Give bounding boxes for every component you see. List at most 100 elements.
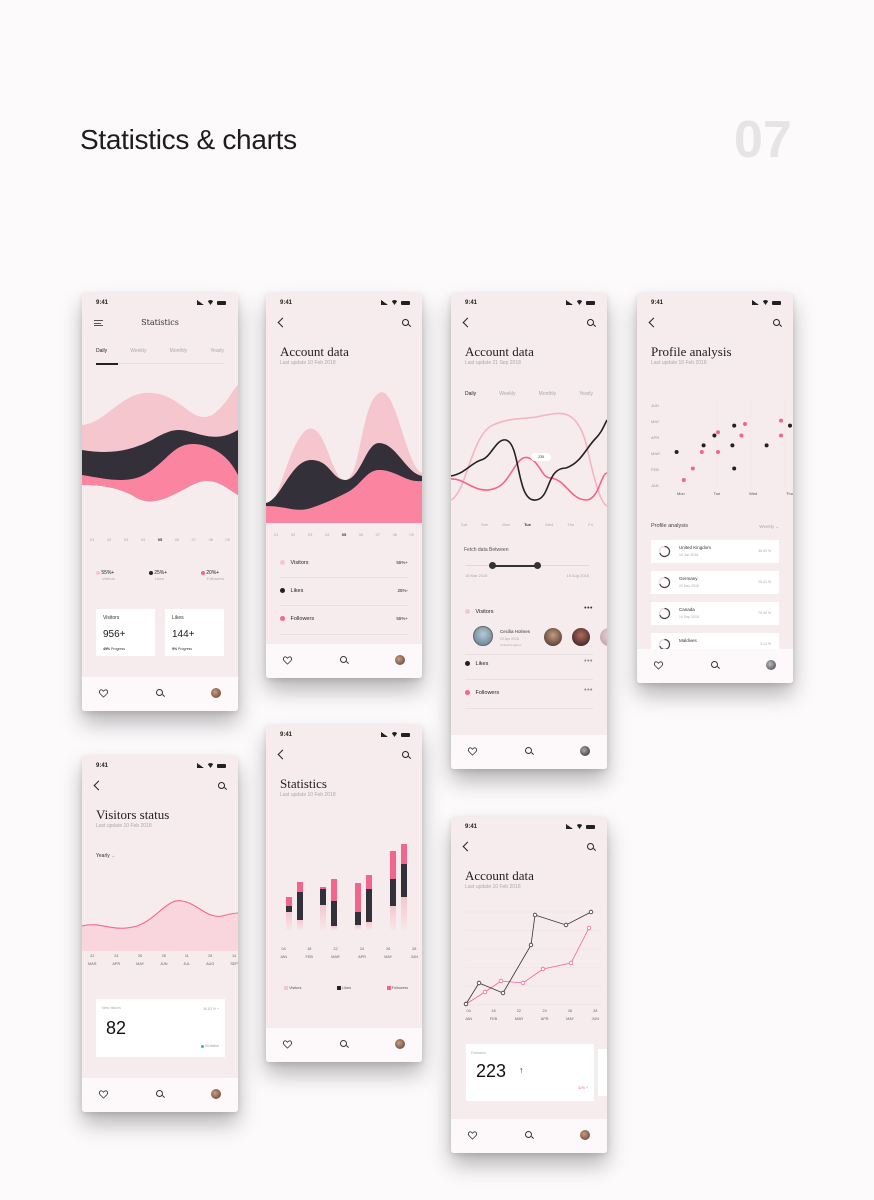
axis-label: 07 bbox=[375, 532, 381, 537]
filter-value: Weekly bbox=[759, 524, 774, 529]
visitor-avatar[interactable] bbox=[572, 628, 590, 646]
new-visitors-card[interactable]: New visitors 36,63 % + 82 43 Active bbox=[96, 999, 225, 1057]
chevron-left-icon[interactable] bbox=[462, 317, 473, 328]
axis-day: 26 bbox=[386, 947, 391, 951]
slider-range bbox=[492, 564, 538, 567]
tab-yearly[interactable]: Yearly bbox=[210, 348, 224, 354]
tab-monthly[interactable]: Monthly bbox=[170, 348, 188, 354]
tab-bar bbox=[451, 1119, 607, 1153]
axis-label-active[interactable]: 05 bbox=[158, 537, 162, 542]
tab-yearly[interactable]: Yearly bbox=[579, 391, 593, 397]
slider-handle-start[interactable] bbox=[489, 562, 496, 569]
visitor-avatar[interactable] bbox=[544, 628, 562, 646]
more-horizontal-icon[interactable]: ••• bbox=[584, 687, 593, 694]
visitor-avatar-selected[interactable] bbox=[473, 626, 493, 646]
avatar[interactable] bbox=[211, 688, 221, 698]
filter-dropdown[interactable]: Yearly ⌄ bbox=[96, 853, 115, 859]
search-icon[interactable] bbox=[156, 689, 163, 696]
heart-icon[interactable] bbox=[98, 1090, 109, 1099]
visitor-date: 22 Apr 2018 bbox=[500, 637, 519, 641]
tab-monthly[interactable]: Monthly bbox=[539, 391, 557, 397]
search-icon[interactable] bbox=[402, 319, 409, 326]
divider bbox=[280, 605, 408, 606]
country-value: 36,63 % bbox=[758, 549, 771, 553]
search-icon[interactable] bbox=[340, 656, 347, 663]
search-icon[interactable] bbox=[156, 1090, 163, 1097]
chevron-left-icon[interactable] bbox=[277, 317, 288, 328]
heart-icon[interactable] bbox=[653, 661, 664, 670]
visitors-dot bbox=[465, 609, 470, 615]
chevron-left-icon[interactable] bbox=[93, 780, 104, 791]
row-value: 55%+ bbox=[396, 616, 408, 621]
list-item-visitors[interactable]: Visitors 55%+ bbox=[280, 560, 408, 566]
axis-label: 14 SEP bbox=[230, 954, 238, 966]
slider-handle-end[interactable] bbox=[534, 562, 541, 569]
axis-label-active[interactable]: 05 bbox=[342, 532, 346, 537]
search-icon[interactable] bbox=[773, 319, 780, 326]
axis-label: 02 bbox=[290, 532, 296, 537]
list-item-visitors[interactable]: Visitors bbox=[465, 609, 593, 615]
axis-label: 08 bbox=[392, 532, 398, 537]
signal-icon bbox=[381, 300, 388, 305]
followers-card[interactable]: Followers 223 ↑ 32% + bbox=[466, 1044, 594, 1101]
filter-dropdown[interactable]: Weekly ⌄ bbox=[759, 524, 779, 530]
legend-label: Followers bbox=[391, 986, 408, 990]
country-list-item[interactable]: United Kingdom 15 Jun 2018 36,63 % bbox=[651, 540, 779, 563]
likes-card[interactable]: Likes 144+ 9% Progress bbox=[165, 609, 224, 656]
search-icon[interactable] bbox=[525, 1131, 532, 1138]
list-item-likes[interactable]: Likes 25%- bbox=[280, 588, 408, 594]
date-range-slider[interactable] bbox=[465, 562, 589, 569]
axis-label-active[interactable]: Tue bbox=[524, 522, 531, 527]
avatar[interactable] bbox=[580, 1130, 590, 1140]
axis-day: 22 bbox=[333, 947, 338, 951]
card-title: New visitors bbox=[102, 1006, 121, 1010]
legend-dot bbox=[200, 570, 205, 575]
search-icon[interactable] bbox=[218, 782, 225, 789]
chevron-left-icon[interactable] bbox=[648, 317, 659, 328]
avatar[interactable] bbox=[395, 655, 405, 665]
screen-visitors-status: 9:41 Visitors status Last update 10 Feb … bbox=[82, 756, 238, 1112]
line-chart bbox=[451, 412, 607, 507]
search-icon[interactable] bbox=[587, 843, 594, 850]
tab-daily[interactable]: Daily bbox=[465, 391, 476, 397]
heart-icon[interactable] bbox=[282, 1040, 293, 1049]
search-icon[interactable] bbox=[340, 1040, 347, 1047]
more-horizontal-icon[interactable]: ••• bbox=[584, 605, 593, 612]
avatar[interactable] bbox=[580, 746, 590, 756]
heart-icon[interactable] bbox=[467, 1131, 478, 1140]
wifi-icon bbox=[391, 732, 398, 737]
heart-icon[interactable] bbox=[467, 747, 478, 756]
visitors-card[interactable]: Visitors 956+ 49% Progress bbox=[96, 609, 155, 656]
country-list-item[interactable]: Canada 19 Sep 2018 79,40 % bbox=[651, 602, 779, 625]
heart-icon[interactable] bbox=[282, 656, 293, 665]
search-icon[interactable] bbox=[402, 751, 409, 758]
list-item-followers[interactable]: Followers 55%+ bbox=[280, 616, 408, 622]
axis-day: 22 bbox=[90, 954, 95, 958]
tab-weekly[interactable]: Weekly bbox=[499, 391, 515, 397]
avatar[interactable] bbox=[766, 660, 776, 670]
visitor-avatar[interactable] bbox=[600, 628, 607, 646]
search-icon[interactable] bbox=[711, 661, 718, 668]
search-icon[interactable] bbox=[587, 319, 594, 326]
country-name: Germany bbox=[679, 576, 698, 581]
chevron-left-icon[interactable] bbox=[462, 841, 473, 852]
search-icon[interactable] bbox=[525, 747, 532, 754]
x-axis: 01 02 03 04 05 06 07 08 09 bbox=[90, 537, 230, 542]
chevron-left-icon[interactable] bbox=[277, 749, 288, 760]
row-label: Followers bbox=[290, 616, 315, 622]
next-card-peek[interactable] bbox=[598, 1049, 607, 1096]
axis-label: 01 bbox=[90, 537, 95, 542]
country-list-item[interactable]: Germany 22 Dec 2018 25,41 % bbox=[651, 571, 779, 594]
avatar[interactable] bbox=[395, 1039, 405, 1049]
tab-weekly[interactable]: Weekly bbox=[130, 348, 146, 354]
axis-label: Tue bbox=[713, 491, 721, 496]
more-horizontal-icon[interactable]: ••• bbox=[584, 658, 593, 665]
axis-label: 18 FEB bbox=[306, 947, 313, 959]
list-item-likes[interactable]: Likes bbox=[465, 661, 593, 667]
heart-icon[interactable] bbox=[98, 689, 109, 698]
scatter-point-dark bbox=[674, 450, 679, 454]
tab-daily[interactable]: Daily bbox=[96, 348, 107, 354]
list-item-followers[interactable]: Followers bbox=[465, 690, 593, 696]
avatar[interactable] bbox=[211, 1089, 221, 1099]
divider bbox=[465, 654, 593, 655]
